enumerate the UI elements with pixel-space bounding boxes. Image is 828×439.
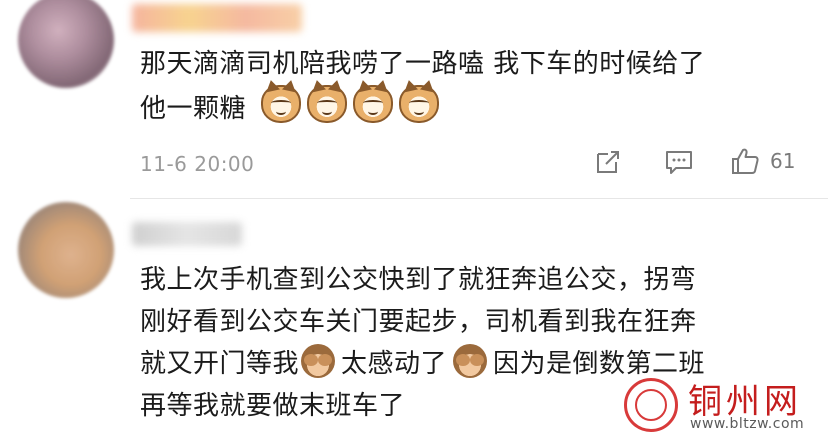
watermark-logo-icon (624, 378, 678, 432)
comment-2: 我上次手机查到公交快到了就狂奔追公交，拐弯 刚好看到公交车关门要起步，司机看到我… (0, 0, 828, 421)
see-no-evil-monkey-emoji (453, 344, 488, 378)
see-no-evil-monkey-emoji (301, 344, 336, 378)
comment-text-line: 刚好看到公交车关门要起步，司机看到我在狂奔 (140, 307, 697, 337)
comment-text-fragment: 就又开门等我 (140, 349, 300, 379)
comment-text-line: 我上次手机查到公交快到了就狂奔追公交，拐弯 (140, 265, 697, 295)
avatar[interactable] (18, 202, 114, 298)
comment-text-fragment: 太感动了 (341, 349, 448, 379)
site-watermark: 铜州网 www.bltzw.com (624, 374, 824, 436)
username-blurred[interactable] (132, 222, 242, 246)
watermark-url: www.bltzw.com (690, 416, 805, 432)
